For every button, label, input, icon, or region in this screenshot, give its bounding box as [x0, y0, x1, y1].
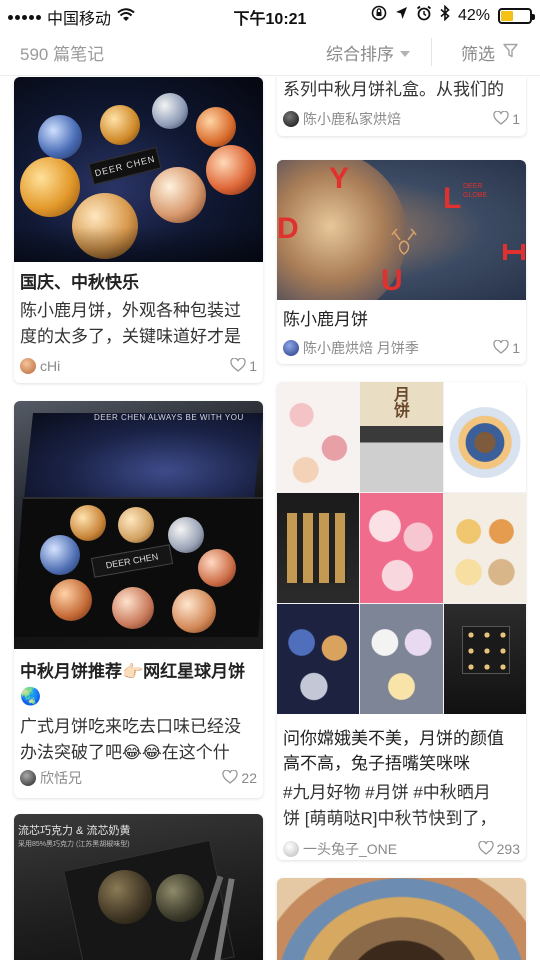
note-title-line: 中秋月饼推荐👉🏻网红星球月饼 [20, 662, 246, 681]
note-description-line: #九月好物 #月饼 #中秋晒月 [283, 783, 491, 802]
note-description-line: 系列中秋月饼礼盒。从我们的 [283, 80, 504, 99]
avatar[interactable] [283, 111, 299, 127]
chevron-down-icon [400, 50, 410, 57]
note-image[interactable]: 流芯巧克力 & 流芯奶黄 采用85%黑巧克力 (江苏黑胡椒味型) [14, 814, 263, 960]
orientation-lock-icon [371, 5, 387, 26]
status-right: 42% [371, 4, 535, 26]
note-meta: 陈小鹿烘焙 月饼季 1 [283, 338, 520, 358]
image-mark [503, 244, 525, 260]
box-lid-text: DEER CHEN ALWAYS BE WITH YOU [94, 413, 244, 422]
author-name[interactable]: 陈小鹿私家烘焙 [303, 109, 493, 129]
image-caption: DEER GLOBE [463, 182, 487, 200]
avatar[interactable] [283, 841, 299, 857]
header-divider [431, 38, 432, 66]
note-description-line: 办法突破了吧😂😂在这个什 [20, 743, 230, 762]
note-count: 590 篇笔记 [20, 45, 105, 64]
note-image[interactable]: Y L D U DEER GLOBE [277, 160, 526, 300]
note-card[interactable]: 流芯巧克力 & 流芯奶黄 采用85%黑巧克力 (江苏黑胡椒味型) [14, 814, 263, 960]
collage-text: 月饼 [391, 386, 410, 418]
note-meta: 一头兔子_ONE 293 [283, 839, 520, 859]
image-letter: D [277, 212, 299, 245]
note-description-line: 饼 [萌萌哒R]中秋节快到了， [283, 809, 497, 828]
notes-feed[interactable]: DEER CHEN 国庆、中秋快乐 陈小鹿月饼，外观各种包装过 度的太多了，关键… [0, 77, 540, 960]
avatar[interactable] [20, 358, 36, 374]
note-description: 系列中秋月饼礼盒。从我们的 [283, 77, 520, 103]
note-card[interactable]: 系列中秋月饼礼盒。从我们的 陈小鹿私家烘焙 1 [277, 77, 526, 136]
heart-icon [230, 357, 246, 375]
like-button[interactable]: 22 [222, 769, 257, 787]
like-count: 293 [496, 841, 520, 857]
battery-percent: 42% [457, 6, 490, 24]
like-button[interactable]: 293 [477, 840, 520, 858]
battery-icon [498, 7, 535, 24]
like-button[interactable]: 1 [493, 339, 520, 357]
like-count: 22 [241, 770, 257, 786]
filter-label: 筛选 [461, 45, 495, 64]
filter-button[interactable]: 筛选 [461, 40, 518, 65]
like-count: 1 [512, 340, 520, 356]
heart-icon [493, 110, 509, 128]
author-name[interactable]: 欣恬兄 [40, 768, 222, 788]
location-icon [395, 6, 408, 25]
like-button[interactable]: 1 [493, 110, 520, 128]
sort-dropdown-button[interactable]: 综合排序 [326, 40, 410, 65]
note-title: 陈小鹿月饼 [283, 310, 368, 329]
image-letter: L [443, 182, 462, 215]
brand-plaque: DEER CHEN [88, 146, 162, 186]
note-card[interactable]: 月饼 问你嫦娥美不美，月饼的颜值 高不高，兔子捂嘴笑咪咪 #九月好物 #月饼 #… [277, 382, 526, 860]
note-description-line: 陈小鹿月饼，外观各种包装过 [20, 301, 241, 320]
like-count: 1 [249, 358, 257, 374]
bluetooth-icon [440, 4, 450, 26]
image-caption: 流芯巧克力 & 流芯奶黄 采用85%黑巧克力 (江苏黑胡椒味型) [18, 824, 130, 852]
like-count: 1 [512, 111, 520, 127]
note-image[interactable]: DEER CHEN ALWAYS BE WITH YOU DEER CHEN [14, 401, 263, 649]
note-card[interactable]: DEER CHEN 国庆、中秋快乐 陈小鹿月饼，外观各种包装过 度的太多了，关键… [14, 77, 263, 383]
note-card[interactable]: Y L D U DEER GLOBE 陈小鹿月饼 陈小鹿烘焙 月饼季 1 [277, 160, 526, 364]
filter-icon [503, 43, 518, 63]
note-meta: 欣恬兄 22 [20, 768, 257, 788]
note-description-line: 广式月饼吃来吃去口味已经没 [20, 717, 241, 736]
deer-logo-icon [389, 226, 419, 261]
author-name[interactable]: 陈小鹿烘焙 月饼季 [303, 338, 493, 358]
note-title-line: 高不高，兔子捂嘴笑咪咪 [283, 754, 470, 773]
note-image[interactable]: 月饼 [277, 382, 526, 714]
author-name[interactable]: cHi [40, 358, 230, 374]
note-image[interactable] [277, 878, 526, 960]
image-caption-line: 流芯巧克力 & 流芯奶黄 [18, 825, 131, 837]
image-letter: U [381, 264, 403, 297]
note-meta: 陈小鹿私家烘焙 1 [283, 109, 520, 129]
image-caption-line: DEER [463, 183, 483, 190]
avatar[interactable] [20, 770, 36, 786]
avatar[interactable] [283, 340, 299, 356]
note-description: 陈小鹿月饼，外观各种包装过 度的太多了，关键味道好才是 [20, 298, 257, 350]
image-letter: Y [329, 162, 350, 195]
heart-icon [222, 769, 239, 787]
note-title-line: 🌏 [20, 687, 42, 706]
like-button[interactable]: 1 [230, 357, 257, 375]
note-meta: cHi 1 [20, 356, 257, 376]
status-bar: 中国移动 下午10:21 42% [0, 0, 540, 28]
alarm-icon [416, 5, 432, 26]
note-description-line: 度的太多了，关键味道好才是 [20, 327, 241, 346]
image-caption-line: 采用85%黑巧克力 (江苏黑胡椒味型) [18, 841, 130, 848]
heart-icon [493, 339, 509, 357]
sort-label: 综合排序 [326, 45, 394, 64]
note-description: 广式月饼吃来吃去口味已经没 办法突破了吧😂😂在这个什 [20, 714, 257, 766]
brand-plaque-text: DEER CHEN [93, 153, 157, 179]
note-card[interactable]: DEER CHEN ALWAYS BE WITH YOU DEER CHEN 中… [14, 401, 263, 798]
heart-icon [477, 840, 494, 858]
notes-header: 590 篇笔记 综合排序 筛选 [0, 28, 540, 76]
note-title: 问你嫦娥美不美，月饼的颜值 高不高，兔子捂嘴笑咪咪 [283, 726, 520, 776]
author-name[interactable]: 一头兔子_ONE [303, 839, 478, 859]
note-description: #九月好物 #月饼 #中秋晒月 饼 [萌萌哒R]中秋节快到了， [283, 780, 520, 832]
note-card[interactable] [277, 878, 526, 960]
image-caption-line: GLOBE [463, 192, 488, 199]
note-title: 国庆、中秋快乐 [20, 273, 139, 292]
note-title: 中秋月饼推荐👉🏻网红星球月饼 🌏 [20, 659, 257, 709]
note-image[interactable]: DEER CHEN [14, 77, 263, 262]
note-title-line: 问你嫦娥美不美，月饼的颜值 [283, 729, 504, 748]
